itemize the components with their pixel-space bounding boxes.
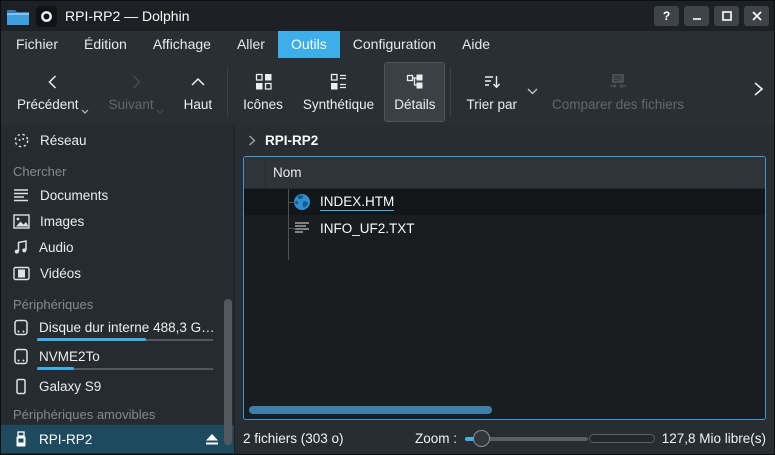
icons-view-icon <box>255 72 272 92</box>
back-button[interactable]: Précédent <box>7 62 99 122</box>
sidebar-item-rpi-rp2[interactable]: RPI-RP2 <box>1 425 234 453</box>
breadcrumb-location[interactable]: RPI-RP2 <box>265 133 318 148</box>
tree-branch-line <box>288 189 289 260</box>
tree-branch-line <box>288 202 296 203</box>
compare-files-button: Comparer des fichiers <box>542 62 694 122</box>
details-view-icon <box>406 72 424 92</box>
help-button[interactable]: ? <box>654 6 679 26</box>
file-name[interactable]: INFO_UF2.TXT <box>320 221 415 236</box>
places-panel: Réseau Chercher Documents <box>1 125 235 455</box>
app-icon <box>36 6 57 27</box>
menu-edition[interactable]: Édition <box>71 31 140 58</box>
disk-usage-bar <box>37 339 213 341</box>
hard-drive-icon <box>13 348 29 365</box>
section-chercher: Chercher <box>1 162 234 182</box>
column-header-row: Nom <box>244 157 765 189</box>
toolbar-separator <box>227 67 228 117</box>
menu-outils[interactable]: Outils <box>278 31 340 58</box>
tree-branch-line <box>288 228 296 229</box>
section-peripheriques-amovibles: Périphériques amovibles <box>1 405 234 425</box>
window-title: RPI-RP2 — Dolphin <box>65 8 190 24</box>
file-name[interactable]: INDEX.HTM <box>320 194 394 211</box>
file-row-index-htm[interactable]: INDEX.HTM <box>244 189 765 215</box>
horizontal-scrollbar[interactable] <box>249 406 492 414</box>
zoom-slider-handle[interactable] <box>473 430 490 447</box>
minimize-button[interactable] <box>684 6 709 26</box>
statusbar: 2 fichiers (303 o) Zoom : 127,8 Mio libr… <box>235 420 774 455</box>
menubar: Fichier Édition Affichage Aller Outils C… <box>1 31 774 58</box>
zoom-label: Zoom : <box>415 431 457 446</box>
free-space-label: 127,8 Mio libre(s) <box>662 431 766 446</box>
compare-files-icon <box>608 72 628 92</box>
zoom-slider[interactable] <box>465 430 588 447</box>
sidebar-item-documents[interactable]: Documents <box>1 182 234 208</box>
menu-aide[interactable]: Aide <box>449 31 503 58</box>
document-lines-icon <box>13 188 30 203</box>
disk-usage-bar <box>37 368 213 370</box>
file-list: Nom <box>243 156 766 420</box>
sidebar-item-images[interactable]: Images <box>1 208 234 234</box>
chevron-down-icon <box>81 109 89 114</box>
titlebar[interactable]: RPI-RP2 — Dolphin ? <box>1 1 774 31</box>
section-peripheriques: Périphériques <box>1 295 234 315</box>
chevron-up-icon <box>190 72 206 92</box>
menu-affichage[interactable]: Affichage <box>140 31 224 58</box>
sidebar-item-disque-interne[interactable]: Disque dur interne 488,3 G… <box>1 315 234 344</box>
up-button[interactable]: Haut <box>174 62 223 122</box>
view-icons-button[interactable]: Icônes <box>233 62 293 122</box>
expander-column <box>244 157 266 188</box>
usb-drive-icon <box>13 431 29 448</box>
phone-icon <box>13 378 29 395</box>
menu-aller[interactable]: Aller <box>224 31 278 58</box>
dolphin-window: RPI-RP2 — Dolphin ? Fichier Édition Affi… <box>0 0 775 455</box>
sort-icon <box>483 72 501 92</box>
sidebar-scrollbar[interactable] <box>224 299 232 445</box>
view-details-button[interactable]: Détails <box>384 62 445 122</box>
file-row-info-uf2-txt[interactable]: INFO_UF2.TXT <box>244 215 765 241</box>
column-header-nom[interactable]: Nom <box>266 157 302 188</box>
forward-button: Suivant <box>99 62 174 122</box>
film-icon <box>13 266 30 281</box>
menu-configuration[interactable]: Configuration <box>340 31 449 58</box>
chevron-right-icon <box>248 135 256 146</box>
image-icon <box>13 214 30 229</box>
menu-fichier[interactable]: Fichier <box>3 31 71 58</box>
free-space-bar <box>589 434 655 443</box>
sidebar-item-videos[interactable]: Vidéos <box>1 260 234 286</box>
sidebar-item-reseau[interactable]: Réseau <box>1 127 234 153</box>
folder-icon <box>6 7 30 26</box>
eject-button[interactable] <box>204 433 220 446</box>
toolbar-separator <box>450 67 451 117</box>
network-icon <box>13 132 30 149</box>
sort-button[interactable]: Trier par <box>456 62 527 122</box>
sidebar-item-audio[interactable]: Audio <box>1 234 234 260</box>
hard-drive-icon <box>13 319 29 336</box>
breadcrumb[interactable]: RPI-RP2 <box>235 125 774 156</box>
sidebar-item-galaxy-s9[interactable]: Galaxy S9 <box>1 373 234 399</box>
chevron-down-icon[interactable] <box>527 88 538 95</box>
view-compact-button[interactable]: Synthétique <box>293 62 384 122</box>
folder-view: RPI-RP2 Nom <box>235 125 774 455</box>
toolbar-overflow-button[interactable] <box>752 80 764 98</box>
maximize-button[interactable] <box>714 6 739 26</box>
compact-view-icon <box>330 72 347 92</box>
toolbar: Précédent Suivant Haut <box>1 58 774 125</box>
chevron-right-icon <box>128 72 144 92</box>
close-button[interactable] <box>744 6 769 26</box>
chevron-down-icon <box>156 109 164 114</box>
music-note-icon <box>13 239 29 255</box>
files-summary: 2 fichiers (303 o) <box>243 431 344 446</box>
chevron-left-icon <box>45 72 61 92</box>
sidebar-item-nvme2to[interactable]: NVME2To <box>1 344 234 373</box>
